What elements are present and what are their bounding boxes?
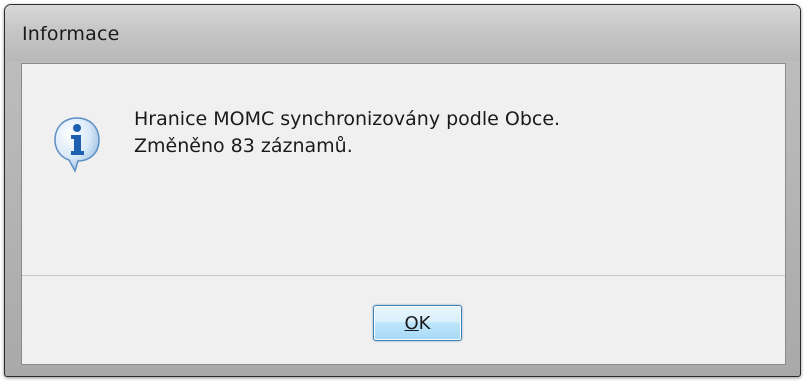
dialog-title: Informace [22, 23, 120, 45]
message-line-2: Změněno 83 záznamů. [134, 135, 353, 157]
information-icon [54, 117, 100, 173]
ok-button-label-rest: K [418, 312, 431, 334]
dialog-client-area: Hranice MOMC synchronizovány podle Obce.… [21, 63, 786, 365]
message-area: Hranice MOMC synchronizovány podle Obce.… [22, 64, 785, 275]
title-bar[interactable]: Informace [5, 5, 800, 61]
button-area: OK [22, 276, 785, 364]
ok-button[interactable]: OK [373, 305, 462, 341]
ok-button-mnemonic: O [404, 312, 419, 334]
message-text: Hranice MOMC synchronizovány podle Obce.… [134, 106, 560, 160]
dialog-window: Informace Hranice MOMC synchronizovány p… [4, 4, 801, 377]
message-line-1: Hranice MOMC synchronizovány podle Obce. [134, 108, 561, 130]
